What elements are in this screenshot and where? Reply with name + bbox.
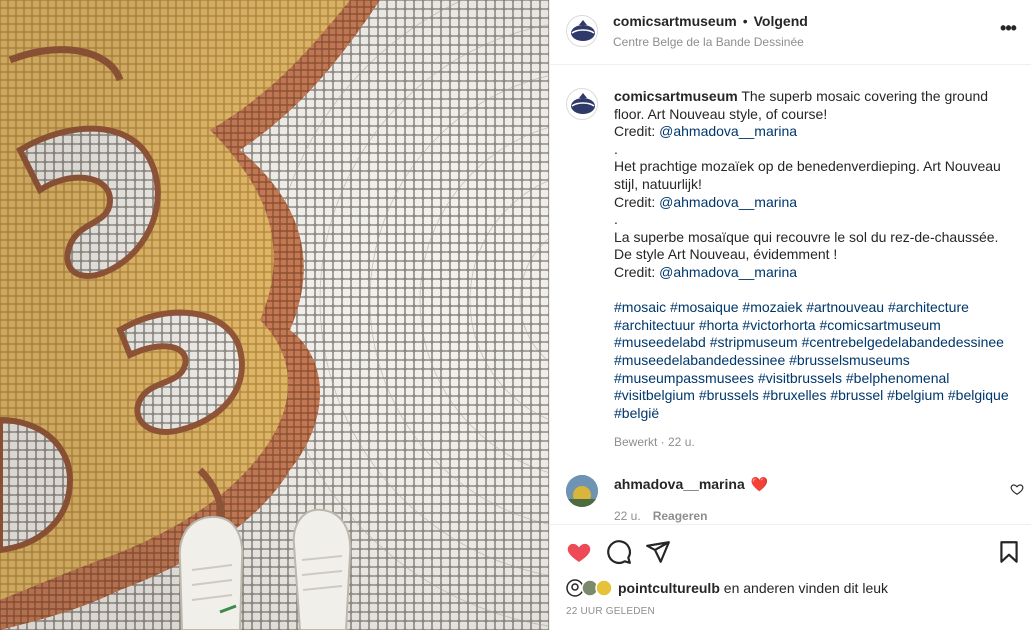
caption-line: comicsartmuseum The superb mosaic coveri… <box>614 88 1019 123</box>
museum-logo-icon <box>571 20 595 41</box>
hashtag-link[interactable]: #visitbrussels <box>758 370 842 386</box>
post-timestamp: 22 UUR GELEDEN <box>566 606 655 617</box>
caption-line: Credit: @ahmadova__marina <box>614 123 1019 141</box>
post-photo[interactable] <box>0 0 549 630</box>
hashtag-link[interactable]: #mosaic <box>614 299 666 315</box>
hashtag-link[interactable]: #artnouveau <box>806 299 884 315</box>
heart-emoji: ❤️ <box>750 476 769 492</box>
mention-link[interactable]: @ahmadova__marina <box>659 264 797 280</box>
hashtag-link[interactable]: #mozaiek <box>742 299 802 315</box>
caption-area: comicsartmuseum The superb mosaic coveri… <box>550 66 1031 458</box>
liker-username[interactable]: pointcultureulb <box>618 580 720 596</box>
location-link[interactable]: Centre Belge de la Bande Dessinée <box>613 35 804 49</box>
caption-username[interactable]: comicsartmuseum <box>614 88 738 104</box>
hashtag-link[interactable]: #architectuur <box>614 317 695 333</box>
comment-meta: 22 u. Reageren <box>614 509 707 523</box>
likes-rest: en anderen vinden dit leuk <box>719 580 889 596</box>
post-header: comicsartmuseum • Volgend Centre Belge de … <box>550 0 1031 65</box>
credit-label: Credit: <box>614 123 660 140</box>
post-details-panel: comicsartmuseum • Volgend Centre Belge de … <box>549 0 1031 630</box>
reply-button[interactable]: Reageren <box>653 509 708 523</box>
caption-text-fr: La superbe mosaïque qui recouvre le sol … <box>614 228 999 263</box>
caption-line: . <box>614 211 618 228</box>
hashtag-link[interactable]: #visitbelgium <box>614 387 695 403</box>
heart-filled-icon[interactable] <box>566 539 592 565</box>
caption-gap <box>614 282 1019 300</box>
hashtag-link[interactable]: #victorhorta <box>742 317 815 333</box>
separator-dot: • <box>742 13 748 29</box>
mention-link[interactable]: @ahmadova__marina <box>659 194 797 210</box>
hashtag-link[interactable]: #horta <box>699 317 739 333</box>
follow-status-button[interactable]: Volgend <box>754 13 808 29</box>
caption-avatar[interactable] <box>566 88 598 120</box>
credit-label: Credit: <box>614 193 660 210</box>
hashtag-link[interactable]: #stripmuseum <box>710 334 798 350</box>
hashtag-link[interactable]: #museedelabd <box>614 334 706 350</box>
hashtag-link[interactable]: #museedelabandedessinee <box>614 352 785 368</box>
comment-text: ahmadova__marina ❤️ <box>614 476 768 493</box>
hashtag-link[interactable]: #brusselsmuseums <box>789 352 910 368</box>
edited-label: Bewerkt · 22 u. <box>614 435 695 449</box>
header-line: comicsartmuseum • Volgend <box>613 13 808 29</box>
hashtag-link[interactable]: #architecture <box>888 299 969 315</box>
hashtag-link[interactable]: #comicsartmuseum <box>819 317 940 333</box>
commenter-username[interactable]: ahmadova__marina <box>614 476 745 492</box>
likes-text: pointcultureulb en anderen vinden dit le… <box>618 580 888 596</box>
account-name[interactable]: comicsartmuseum <box>613 13 737 29</box>
hashtag-link[interactable]: #centrebelgedelabandedessinee <box>802 334 1004 350</box>
liker-avatars[interactable] <box>566 579 618 597</box>
more-dots-icon[interactable]: ••• <box>996 18 1020 42</box>
hashtag-link[interactable]: #brussels <box>699 387 759 403</box>
commenter-photo <box>566 475 598 507</box>
hashtag-link[interactable]: #belgium <box>887 387 944 403</box>
commenter-avatar[interactable] <box>566 475 598 507</box>
hashtag-link[interactable]: #museumpassmusees <box>614 370 754 386</box>
right-sneaker <box>292 508 352 630</box>
caption-line: Credit: @ahmadova__marina <box>614 264 1019 282</box>
museum-logo-icon <box>571 93 595 114</box>
bookmark-icon[interactable] <box>996 539 1022 565</box>
mention-link[interactable]: @ahmadova__marina <box>659 123 797 139</box>
caption-line: Credit: @ahmadova__marina <box>614 194 1019 212</box>
hashtag-link[interactable]: #mosaique <box>670 299 739 315</box>
hashtag-link[interactable]: #belphenomenal <box>846 370 950 386</box>
hashtag-link[interactable]: #belgië <box>614 405 659 421</box>
left-sneaker <box>178 515 244 630</box>
hashtag-link[interactable]: #belgique <box>948 387 1009 403</box>
comment-row: ahmadova__marina ❤️ 22 u. Reageren <box>550 470 1031 524</box>
comment-like-heart-icon[interactable] <box>1010 482 1024 496</box>
hashtag-link[interactable]: #bruxelles <box>763 387 827 403</box>
hashtag-list: #mosaic #mosaique #mozaiek #artnouveau #… <box>614 299 1019 422</box>
caption-text-nl: Het prachtige mozaïek op de benedenverdi… <box>614 158 1001 192</box>
share-paper-plane-icon[interactable] <box>645 539 671 565</box>
caption-line: . <box>614 140 618 157</box>
credit-label: Credit: <box>614 263 660 280</box>
comment-icon[interactable] <box>606 539 632 565</box>
hashtag-link[interactable]: #brussel <box>830 387 883 403</box>
mosaic-floor-image <box>0 0 549 630</box>
action-bar: pointcultureulb en anderen vinden dit le… <box>550 524 1031 630</box>
caption-text: comicsartmuseum The superb mosaic coveri… <box>614 88 1019 422</box>
comment-time: 22 u. <box>614 509 641 523</box>
account-avatar[interactable] <box>566 15 598 47</box>
